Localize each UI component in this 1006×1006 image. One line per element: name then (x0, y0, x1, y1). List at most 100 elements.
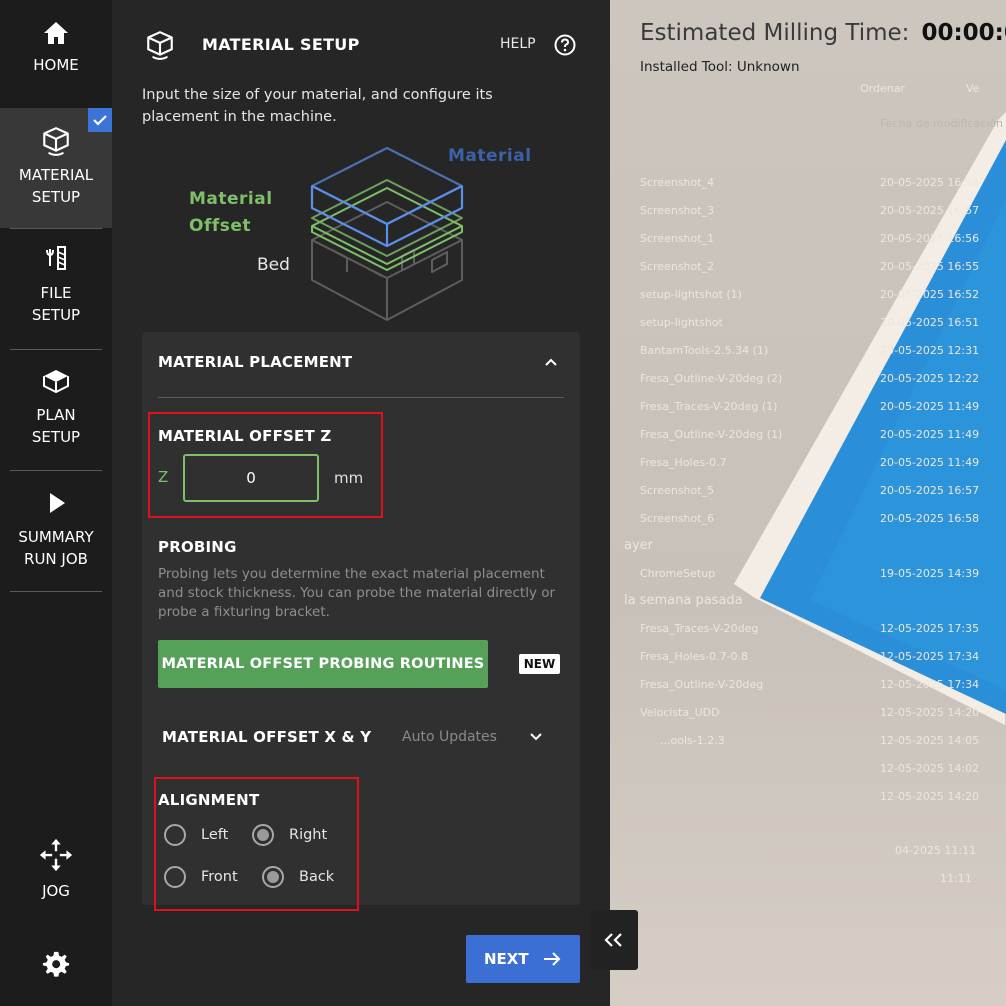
ghost-text: 12-05-2025 17:34 (880, 678, 980, 691)
nav-divider (10, 349, 102, 350)
auto-updates-status: Auto Updates (402, 729, 497, 745)
ghost-text: 12-05-2025 14:20 (880, 706, 980, 719)
probing-description: Probing lets you determine the exact mat… (158, 566, 556, 620)
ghost-text: 20-05-2025 12:31 (880, 344, 980, 357)
ghost-text: ChromeSetup (640, 567, 716, 580)
card-title: MATERIAL PLACEMENT (158, 353, 353, 371)
nav-divider (10, 228, 102, 229)
ghost-text: 20-05-2025 16:52 (880, 288, 980, 301)
nav-item-file-setup[interactable]: FILE SETUP (10, 242, 102, 342)
help-circle-icon[interactable] (554, 34, 576, 56)
ghost-text: Fecha de modificación (880, 117, 1004, 130)
nav-label: SETUP (31, 428, 81, 446)
estimated-milling-time: Estimated Milling Time: 00:00:00 (640, 20, 1006, 46)
ghost-text: Fresa_Outline-V-20deg (1) (640, 428, 783, 441)
probing-routines-button[interactable]: MATERIAL OFFSET PROBING ROUTINES (158, 640, 488, 688)
ghost-text: setup-lightshot (1) (640, 288, 742, 301)
nav-item-summary-run-job[interactable]: SUMMARY RUN JOB (10, 486, 102, 586)
chevron-down-icon[interactable] (526, 726, 546, 746)
intro-text: Input the size of your material, and con… (142, 87, 493, 125)
nav-divider (10, 470, 102, 471)
nav-label: SETUP (31, 306, 81, 324)
bed-label: Bed (257, 255, 290, 275)
material-offset-xy-toggle[interactable]: MATERIAL OFFSET X & Y (162, 728, 371, 746)
help-link[interactable]: HELP (500, 36, 536, 52)
ghost-text: Screenshot_2 (640, 260, 715, 273)
ghost-text: 19-05-2025 14:39 (880, 567, 980, 580)
ghost-text: ayer (624, 538, 654, 553)
chevron-up-icon[interactable] (541, 352, 561, 372)
ghost-text: Fresa_Outline-V-20deg (640, 678, 764, 691)
preview-viewport[interactable]: Ordenar Ve Fecha de modificación Screens… (610, 0, 1006, 1006)
ghost-text: 20-05-2025 16:55 (880, 260, 980, 273)
ghost-text: Fresa_Holes-0.7 (640, 456, 727, 469)
ghost-text: Ordenar (860, 82, 905, 95)
nav-label: PLAN (36, 406, 76, 424)
play-icon (50, 493, 65, 513)
gear-icon (42, 951, 70, 977)
material-setup-panel: MATERIAL SETUP HELP Input the size of yo… (112, 0, 610, 1006)
settings-button[interactable] (10, 950, 102, 982)
nav-label: FILE (40, 284, 72, 302)
completed-check-icon (88, 108, 112, 132)
collapse-panel-button[interactable] (590, 910, 638, 970)
card-divider (158, 397, 564, 398)
ghost-text: 20-05-2025 16:58 (880, 176, 980, 189)
ghost-text: Fresa_Outline-V-20deg (2) (640, 372, 783, 385)
ghost-text: Screenshot_4 (640, 176, 715, 189)
material-cube-icon (147, 31, 173, 60)
ghost-text: Screenshot_5 (640, 484, 715, 497)
ghost-text: 12-05-2025 14:05 (880, 734, 980, 747)
nav-item-plan-setup[interactable]: PLAN SETUP (10, 364, 102, 464)
ghost-text: 12-05-2025 14:02 (880, 762, 980, 775)
estimate-value: 00:00:00 (921, 20, 1006, 46)
nav-label: RUN JOB (24, 550, 88, 568)
ghost-text: Screenshot_3 (640, 204, 715, 217)
offset-label-line2: Offset (189, 216, 252, 236)
ghost-text: 20-05-2025 11:49 (880, 456, 980, 469)
ghost-text: la semana pasada (624, 593, 743, 608)
ghost-text: Fresa_Holes-0.7-0.8 (640, 650, 749, 663)
nav-label: MATERIAL (18, 166, 94, 184)
next-label: NEXT (484, 950, 529, 968)
ghost-text: Fresa_Traces-V-20deg (1) (640, 400, 778, 413)
next-button[interactable]: NEXT (466, 935, 580, 983)
ghost-text: 20-05-2025 11:49 (880, 428, 980, 441)
tools-icon (46, 246, 66, 270)
ghost-text: 20-05-2025 11:49 (880, 400, 980, 413)
ghost-text: 20-05-2025 12:22 (880, 372, 980, 385)
ghost-text: 20-05-2025 16:51 (880, 316, 980, 329)
home-icon (44, 22, 68, 44)
highlight-box (154, 777, 359, 911)
nav-divider (10, 591, 102, 592)
new-badge: NEW (519, 654, 560, 674)
material-label: Material (448, 146, 532, 166)
ghost-text: ...ools-1.2.3 (660, 734, 725, 747)
estimate-label: Estimated Milling Time: (640, 20, 910, 46)
nav-item-jog[interactable]: JOG (10, 836, 102, 916)
nav-label: SETUP (31, 188, 81, 206)
panel-title: MATERIAL SETUP (202, 35, 360, 54)
nav-label: HOME (33, 56, 79, 74)
material-cube-icon (43, 127, 69, 156)
left-nav: HOME MATERIAL SETUP FILE SETUP PLAN SETU… (0, 0, 112, 1006)
ghost-text: 11:11 (940, 872, 972, 885)
ghost-text: 12-05-2025 17:34 (880, 650, 980, 663)
ghost-text: Ve (966, 82, 980, 95)
ghost-text: BantamTools-2.5.34 (1) (640, 344, 769, 357)
material-offset-label: Material Offset (189, 186, 289, 240)
move-arrows-icon (39, 838, 73, 872)
probing-title: PROBING (158, 538, 237, 556)
ghost-text: 04-2025 11:11 (895, 844, 977, 857)
arrow-right-icon (544, 952, 561, 966)
ghost-text: 20-05-2025 16:58 (880, 512, 980, 525)
ghost-text: Screenshot_1 (640, 232, 715, 245)
nav-item-home[interactable]: HOME (10, 14, 102, 104)
installed-tool: Installed Tool: Unknown (640, 59, 800, 75)
ghost-text: Fresa_Traces-V-20deg (640, 622, 759, 635)
double-chevron-left-icon (604, 933, 622, 947)
ghost-text: 12-05-2025 14:20 (880, 790, 980, 803)
ghost-text: Velocista_UDD (640, 706, 720, 719)
layers-icon (43, 370, 69, 394)
ghost-text: setup-lightshot (640, 316, 723, 329)
